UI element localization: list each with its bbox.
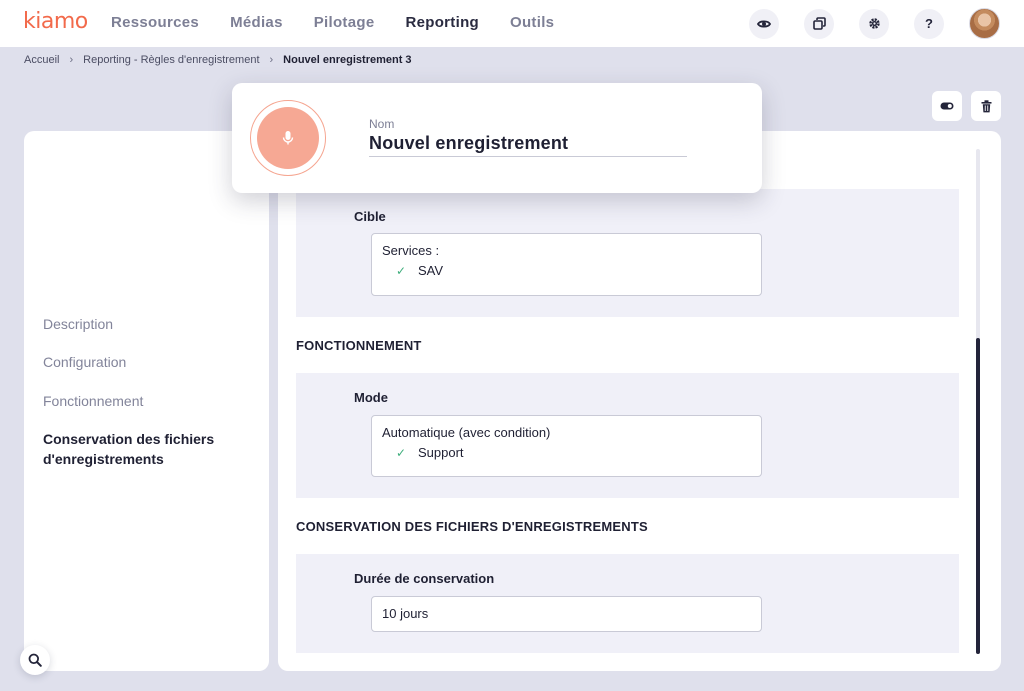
cible-label: Cible <box>354 209 386 224</box>
checkmark-icon: ✓ <box>396 445 407 460</box>
cible-field[interactable]: Services : ✓ SAV <box>371 233 762 296</box>
avatar[interactable] <box>969 8 1000 39</box>
gear-icon <box>868 18 880 29</box>
breadcrumb-home[interactable]: Accueil <box>24 54 59 66</box>
name-input[interactable]: Nouvel enregistrement <box>369 133 687 157</box>
toggle-icon <box>940 102 954 110</box>
nav-medias[interactable]: Médias <box>230 14 283 31</box>
breadcrumb-current: Nouvel enregistrement 3 <box>283 54 412 66</box>
top-actions: ? <box>724 8 1000 39</box>
conservation-section: Durée de conservation 10 jours <box>296 554 959 653</box>
mic-circle <box>257 107 319 169</box>
chevron-right-icon: › <box>269 54 274 66</box>
nav-reporting[interactable]: Reporting <box>405 14 479 31</box>
service-sav: SAV <box>418 263 444 278</box>
section-nav-panel: Description Configuration Fonctionnement… <box>24 131 269 671</box>
delete-button[interactable] <box>971 91 1001 121</box>
sidebar-item-conservation[interactable]: Conservation des fichiers d'enregistreme… <box>43 429 243 469</box>
microphone-icon <box>282 131 294 145</box>
nav-ressources[interactable]: Ressources <box>111 14 199 31</box>
condition-item: ✓ Support <box>382 445 751 460</box>
fonctionnement-title: FONCTIONNEMENT <box>296 338 422 353</box>
nav-pilotage[interactable]: Pilotage <box>314 14 375 31</box>
services-heading: Services : <box>382 243 440 258</box>
recording-avatar <box>250 100 326 176</box>
name-card: Nom Nouvel enregistrement <box>232 83 762 193</box>
breadcrumb-reporting-rules[interactable]: Reporting - Règles d'enregistrement <box>83 54 259 66</box>
checkmark-icon: ✓ <box>396 263 407 278</box>
conservation-title: CONSERVATION DES FICHIERS D'ENREGISTREME… <box>296 519 648 534</box>
condition-support: Support <box>418 445 464 460</box>
cible-section: Cible Services : ✓ SAV <box>296 189 959 317</box>
top-bar: kiamo Ressources Médias Pilotage Reporti… <box>0 0 1024 47</box>
fonctionnement-section: Mode Automatique (avec condition) ✓ Supp… <box>296 373 959 498</box>
kiamo-logo[interactable]: kiamo <box>23 9 88 34</box>
search-button[interactable] <box>20 645 50 675</box>
trash-icon <box>981 99 991 112</box>
scrollbar-thumb[interactable] <box>976 338 980 654</box>
sidebar-item-description[interactable]: Description <box>43 314 113 334</box>
sidebar-item-fonctionnement[interactable]: Fonctionnement <box>43 391 143 411</box>
name-label: Nom <box>369 117 395 131</box>
preview-button[interactable] <box>749 8 779 39</box>
chevron-right-icon: › <box>69 54 74 66</box>
search-icon <box>28 653 42 667</box>
service-item: ✓ SAV <box>382 263 751 278</box>
help-button[interactable]: ? <box>914 8 944 39</box>
breadcrumb: Accueil › Reporting - Règles d'enregistr… <box>24 54 412 66</box>
main-nav: Ressources Médias Pilotage Reporting Out… <box>111 14 585 31</box>
settings-button[interactable] <box>859 8 889 39</box>
toggle-button[interactable] <box>932 91 962 121</box>
eye-icon <box>757 19 771 28</box>
duration-label: Durée de conservation <box>354 571 495 586</box>
mode-label: Mode <box>354 390 388 405</box>
duration-field[interactable]: 10 jours <box>371 596 762 632</box>
nav-outils[interactable]: Outils <box>510 14 554 31</box>
windows-icon <box>812 17 826 30</box>
sidebar-item-configuration[interactable]: Configuration <box>43 352 126 372</box>
mode-field[interactable]: Automatique (avec condition) ✓ Support <box>371 415 762 477</box>
main-content-panel: Cible Services : ✓ SAV FONCTIONNEMENT Mo… <box>278 131 1001 671</box>
windows-button[interactable] <box>804 8 834 39</box>
mode-value: Automatique (avec condition) <box>382 425 551 440</box>
